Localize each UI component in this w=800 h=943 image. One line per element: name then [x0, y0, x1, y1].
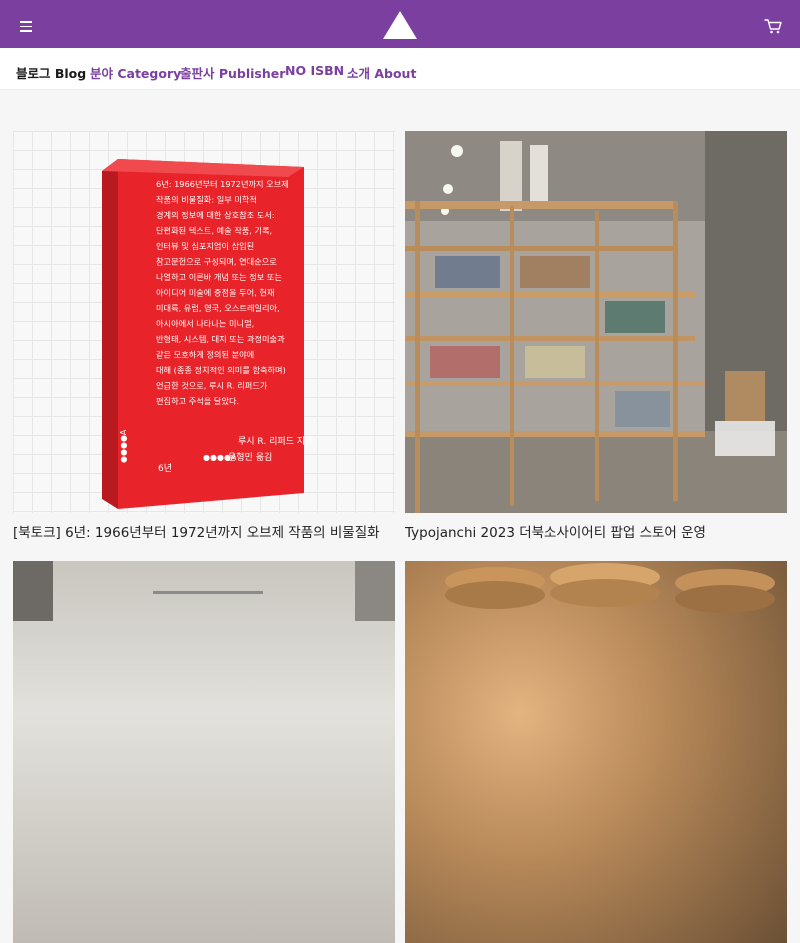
- book-cover-text-line: 나열하고 이른바 개념 또는 정보 또는: [156, 272, 282, 282]
- coins-scene: [445, 563, 775, 613]
- book-author: 루시 R. 리퍼드 지음: [238, 436, 313, 447]
- book-cover-text-line: 아시아에서 나타나는 미니멀,: [156, 319, 254, 329]
- post-card[interactable]: [13, 561, 395, 943]
- book-cover-text-line: 편집하고 주석을 달았다.: [156, 396, 239, 406]
- spine-publisher-mark: ●●●●A: [119, 429, 128, 463]
- book-cover-text-line: 단편화된 텍스트, 예술 작품, 기록,: [156, 226, 272, 236]
- book-cover-text-line: 6년: 1966년부터 1972년까지 오브제: [156, 179, 289, 189]
- book-cover-text-line: 아이디어 미술에 중점을 두어, 현재: [156, 288, 274, 298]
- bookshelf-popup-store-image[interactable]: [405, 131, 787, 513]
- coins-image[interactable]: [405, 561, 787, 943]
- red-book-box-image[interactable]: 6년: 1966년부터 1972년까지 오브제작품의 비물질화: 일부 미학적경…: [13, 131, 395, 513]
- book-cover-text-line: 경계의 정보에 대한 상호참조 도서:: [156, 210, 275, 220]
- top-header-bar: [0, 0, 800, 48]
- post-title[interactable]: Typojanchi 2023 더북소사이어티 팝업 스토어 운영: [405, 521, 787, 541]
- hamburger-menu-icon[interactable]: [14, 16, 38, 36]
- book-cover-text-line: 인터뷰 및 심포지엄이 삽입된: [156, 241, 254, 251]
- triangle-logo-icon[interactable]: [382, 10, 418, 40]
- gallery-ceiling-image[interactable]: [13, 561, 395, 943]
- book-cover-text-line: 반형태, 시스템, 대지 또는 과정미술과: [156, 334, 285, 344]
- book-box-illustration: 6년: 1966년부터 1972년까지 오브제작품의 비물질화: 일부 미학적경…: [102, 159, 313, 509]
- post-card[interactable]: [405, 561, 787, 943]
- nav-item-publisher[interactable]: 출판사 Publisher: [180, 63, 285, 82]
- post-card[interactable]: 6년: 1966년부터 1972년까지 오브제작품의 비물질화: 일부 미학적경…: [13, 131, 395, 541]
- shopping-cart-icon[interactable]: [762, 16, 784, 36]
- book-cover-text-line: 대해 (종종 정치적인 의미를 함축하며): [156, 365, 286, 375]
- publisher-mark: ●●●●A: [203, 453, 237, 462]
- nav-item-no-isbn[interactable]: NO ISBN: [285, 63, 344, 78]
- book-cover-text-line: 작품의 비물질화: 일부 미학적: [156, 195, 257, 205]
- nav-item-blog[interactable]: 블로그 Blog: [16, 63, 86, 82]
- bookshelf-scene: [405, 131, 787, 513]
- book-cover-text-line: 같은 모호하게 정의된 분야에: [156, 350, 254, 360]
- book-cover-text-line: 참고문헌으로 구성되며, 연대순으로: [156, 257, 277, 267]
- main-navigation: 블로그 Blog 분야 Category 출판사 Publisher NO IS…: [0, 48, 800, 90]
- post-title[interactable]: [북토크] 6년: 1966년부터 1972년까지 오브제 작품의 비물질화: [13, 521, 395, 541]
- book-title-short: 6년: [158, 463, 172, 474]
- post-card[interactable]: Typojanchi 2023 더북소사이어티 팝업 스토어 운영: [405, 131, 787, 541]
- nav-item-category[interactable]: 분야 Category: [90, 63, 181, 82]
- gallery-ceiling-scene: [13, 561, 395, 621]
- nav-item-about[interactable]: 소개 About: [347, 63, 416, 82]
- book-cover-text-line: 미대륙, 유럽, 영국, 오스트레일리아,: [156, 303, 280, 313]
- book-cover-text-line: 언급한 것으로, 루시 R. 리퍼드가: [156, 381, 268, 391]
